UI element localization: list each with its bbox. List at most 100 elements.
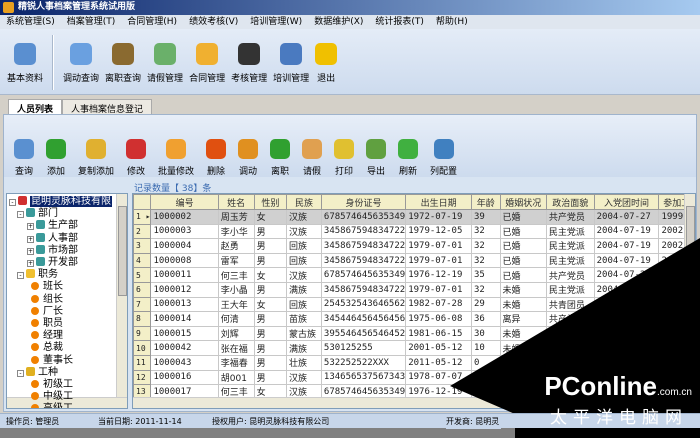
column-header[interactable]: 性别 xyxy=(253,194,288,210)
menu-item-3[interactable]: 绩效考核(V) xyxy=(183,15,244,29)
table-row[interactable]: 1 ▸ 1000002 周玉芳女汉族 678574645635349 1972-07-1… xyxy=(133,209,695,225)
toolbar1-label: 调动查询 xyxy=(63,74,100,84)
grid-cell: 1000042 xyxy=(150,340,219,356)
tree-group[interactable]: - 职务 xyxy=(17,269,58,281)
toolbar2-button-8[interactable]: 请假 xyxy=(296,125,328,177)
box-icon xyxy=(196,43,219,65)
tree-item[interactable]: 初级工 xyxy=(31,379,73,391)
tree-item[interactable]: 班长 xyxy=(31,281,63,293)
grid-cell: 李小晶 xyxy=(217,281,255,298)
grid-cell: 共产党员 xyxy=(545,209,595,225)
grid-cell: 女 xyxy=(253,267,288,283)
tree-item[interactable]: 经理 xyxy=(31,330,63,342)
toolbar2-button-7[interactable]: 离职 xyxy=(264,125,296,177)
grid-cell: 1979-07-01 xyxy=(405,281,472,298)
menu-item-5[interactable]: 数据维护(X) xyxy=(308,15,369,29)
column-header[interactable]: 姓名 xyxy=(217,194,255,210)
tree-item[interactable]: + 人事部 xyxy=(27,232,78,245)
bullet-icon xyxy=(31,294,39,303)
status-developer: 开发商: 昆明灵 xyxy=(446,414,502,429)
menu-item-6[interactable]: 统计报表(T) xyxy=(369,15,430,29)
toolbar2-label: 复制添加 xyxy=(78,167,115,177)
column-header[interactable]: 编号 xyxy=(150,194,219,210)
column-header[interactable]: 年龄 xyxy=(470,194,501,210)
grid-cell: 何三丰 xyxy=(217,267,255,283)
table-row[interactable]: 2 1000003 李小华男汉族 345867594834722 1979-12-05 3… xyxy=(133,223,695,240)
tab-0[interactable]: 人员列表 xyxy=(8,99,63,115)
menu-item-4[interactable]: 培训管理(W) xyxy=(244,15,308,29)
toolbar1-button-5[interactable]: 考核管理 xyxy=(228,29,270,94)
row-number: 9 xyxy=(133,325,152,342)
toolbar2-button-3[interactable]: 修改 xyxy=(120,125,152,177)
toolbar2-button-11[interactable]: 刷新 xyxy=(392,125,424,177)
column-header[interactable]: 入党团时间 xyxy=(593,194,660,210)
tree-vscrollbar[interactable] xyxy=(116,194,127,399)
tree-item[interactable]: 职员 xyxy=(31,318,63,330)
menu-item-7[interactable]: 帮助(H) xyxy=(430,15,474,29)
tree-item[interactable]: 中级工 xyxy=(31,391,73,403)
toolbar1-label: 基本资料 xyxy=(7,74,44,84)
toolbar1-label: 合同管理 xyxy=(189,74,226,84)
toolbar1-button-1[interactable]: 调动查询 xyxy=(60,29,102,94)
toolbar2-button-5[interactable]: 删除 xyxy=(200,125,232,177)
grid-cell: 1000016 xyxy=(150,369,219,386)
toolbar2-button-9[interactable]: 打印 xyxy=(328,125,360,177)
tree-item[interactable]: + 开发部 xyxy=(27,257,78,269)
tree-item[interactable]: 厂长 xyxy=(31,306,63,318)
status-operator: 操作员: 管理员 xyxy=(6,417,60,426)
tree-root[interactable]: - 昆明灵脉科技有限 xyxy=(9,196,112,208)
tree-item[interactable]: 总裁 xyxy=(31,342,63,354)
grid-cell: 532252522XXX xyxy=(320,354,407,371)
menu-item-2[interactable]: 合同管理(H) xyxy=(121,15,183,29)
exit-person-icon xyxy=(315,43,338,65)
toolbar2-button-12[interactable]: 列配置 xyxy=(424,125,463,177)
toolbar2-button-2[interactable]: 复制添加 xyxy=(72,125,120,177)
grid-cell: 2011-05-12 xyxy=(405,354,472,371)
grid-cell: 1000003 xyxy=(150,223,219,240)
row-number: 5 xyxy=(133,267,152,283)
toolbar2-button-4[interactable]: 批量修改 xyxy=(152,125,200,177)
menu-item-0[interactable]: 系统管理(S) xyxy=(0,15,61,29)
grid-cell: 未婚 xyxy=(499,281,547,298)
tree-item[interactable]: 组长 xyxy=(31,294,63,306)
toolbar1-button-2[interactable]: 离职查询 xyxy=(102,29,144,94)
watermark-brand: PConline.com.cn xyxy=(544,371,692,401)
toolbar2-button-10[interactable]: 导出 xyxy=(360,125,392,177)
toolbar-separator xyxy=(52,35,55,90)
toolbar1-button-0[interactable]: 基本资料 xyxy=(4,29,46,94)
column-header[interactable]: 出生日期 xyxy=(405,194,472,210)
table-row[interactable]: 5 1000011 何三丰女汉族 678574645635349 1976-12-19 3… xyxy=(133,267,695,283)
tree-item[interactable]: 高级工 xyxy=(31,403,73,408)
row-number: 1 ▸ xyxy=(133,209,152,225)
toolbar1-button-7[interactable]: 退出 xyxy=(312,29,340,94)
toolbar1-label: 退出 xyxy=(317,74,336,84)
toolbar1-button-3[interactable]: 请假管理 xyxy=(144,29,186,94)
tree-group[interactable]: - 工种 xyxy=(17,366,58,379)
toolbar2-button-6[interactable]: 调动 xyxy=(232,125,264,177)
column-header[interactable]: 婚姻状况 xyxy=(499,194,547,210)
tree-item[interactable]: + 市场部 xyxy=(27,244,78,257)
toolbar2-button-1[interactable]: 添加 xyxy=(40,125,72,177)
list-toolbar: 查询 添加 复制添加 修改 批量修改 删除 调动 离职 请假 打印 导出 刷新 列配置 xyxy=(4,115,696,177)
toolbar1-button-4[interactable]: 合同管理 xyxy=(186,29,228,94)
column-header[interactable]: 民族 xyxy=(286,194,322,210)
table-row[interactable]: 4 1000008 雷军男回族 345867594834722 1979-07-01 32… xyxy=(133,252,695,269)
column-header[interactable]: 身份证号 xyxy=(320,194,407,210)
toolbar2-label: 打印 xyxy=(335,167,354,177)
tree-item[interactable]: 董事长 xyxy=(31,355,73,367)
tab-1[interactable]: 人事档案信息登记 xyxy=(62,99,153,115)
tree-group[interactable]: - 部门 xyxy=(17,208,58,220)
grid-cell: 已婚 xyxy=(499,267,547,283)
grid-cell: 回族 xyxy=(286,296,322,313)
toolbar2-label: 列配置 xyxy=(430,167,458,177)
category-tree[interactable]: - 昆明灵脉科技有限 - 部门 + 生产部 + 人事部 + 市场部 + 开发部 - 职务 班长 组长 厂长 职员经… xyxy=(6,193,128,409)
window-title: 精锐人事档案管理系统试用版 xyxy=(18,2,136,12)
group-icon xyxy=(26,366,35,376)
column-header[interactable]: 政治面貌 xyxy=(545,194,595,210)
menu-item-1[interactable]: 档案管理(T) xyxy=(61,15,122,29)
table-row[interactable]: 3 1000004 赵勇男回族 345867594834722 1979-07-01 32… xyxy=(133,238,695,254)
toolbar2-button-0[interactable]: 查询 xyxy=(8,125,40,177)
tree-item[interactable]: + 生产部 xyxy=(27,220,78,232)
toolbar1-button-6[interactable]: 培训管理 xyxy=(270,29,312,94)
toolbar2-label: 请假 xyxy=(303,167,322,177)
